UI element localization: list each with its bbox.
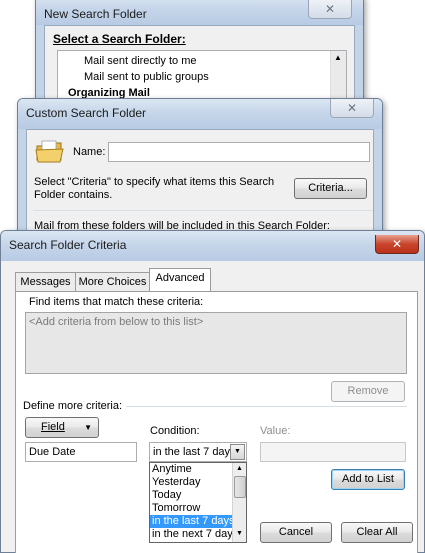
close-button[interactable]: ✕ — [308, 0, 352, 19]
select-search-folder-heading: Select a Search Folder: — [53, 32, 186, 46]
dropdown-scrollbar[interactable]: ▲ ▼ — [232, 463, 246, 542]
field-name-field[interactable]: Due Date — [25, 442, 137, 462]
cancel-button[interactable]: Cancel — [260, 522, 332, 543]
value-input[interactable] — [260, 442, 406, 462]
custom-search-folder-titlebar[interactable]: Custom Search Folder ✕ — [18, 99, 382, 129]
scroll-thumb[interactable] — [234, 476, 246, 498]
field-button-label: Field — [41, 421, 65, 433]
condition-select[interactable]: in the last 7 days ▼ — [149, 442, 247, 462]
value-label: Value: — [260, 425, 291, 437]
chevron-down-icon[interactable]: ▼ — [230, 444, 245, 460]
criteria-button[interactable]: Criteria... — [294, 178, 367, 199]
new-search-folder-titlebar[interactable]: New Search Folder ✕ — [36, 0, 363, 25]
close-button[interactable]: ✕ — [330, 99, 374, 118]
tab-messages[interactable]: Messages — [15, 272, 76, 292]
scroll-up-icon[interactable]: ▲ — [334, 53, 342, 62]
name-field[interactable] — [108, 142, 370, 162]
window-title: New Search Folder — [44, 7, 147, 21]
clear-all-button[interactable]: Clear All — [341, 522, 413, 543]
criteria-placeholder: <Add criteria from below to this list> — [29, 316, 204, 328]
tab-more-choices[interactable]: More Choices — [75, 272, 150, 292]
name-label: Name: — [73, 146, 106, 158]
condition-dropdown-list[interactable]: Anytime Yesterday Today Tomorrow in the … — [149, 462, 247, 543]
define-criteria-label: Define more criteria: — [23, 400, 123, 412]
remove-button[interactable]: Remove — [331, 381, 405, 402]
close-button[interactable]: ✕ — [375, 235, 419, 254]
folder-icon — [35, 140, 65, 164]
condition-label: Condition: — [150, 425, 200, 437]
chevron-down-icon: ▼ — [84, 423, 92, 432]
window-title: Search Folder Criteria — [9, 238, 127, 252]
tab-advanced[interactable]: Advanced — [149, 268, 211, 291]
custom-search-folder-window: Custom Search Folder ✕ Name: Select "Cri… — [17, 98, 383, 248]
condition-selected-value: in the last 7 days — [153, 446, 236, 458]
scroll-down-icon[interactable]: ▼ — [236, 530, 243, 537]
list-item[interactable]: Mail sent to public groups — [84, 71, 209, 83]
criteria-instructions: Select "Criteria" to specify what items … — [34, 176, 275, 201]
field-button[interactable]: Field ▼ — [25, 417, 99, 438]
scroll-up-icon[interactable]: ▲ — [236, 465, 243, 472]
list-item[interactable]: Mail sent directly to me — [84, 55, 196, 67]
find-items-label: Find items that match these criteria: — [29, 296, 204, 308]
criteria-list[interactable]: <Add criteria from below to this list> — [25, 312, 407, 374]
window-title: Custom Search Folder — [26, 106, 147, 120]
add-to-list-button[interactable]: Add to List — [331, 469, 405, 490]
criteria-dialog-titlebar[interactable]: Search Folder Criteria ✕ — [1, 231, 424, 261]
